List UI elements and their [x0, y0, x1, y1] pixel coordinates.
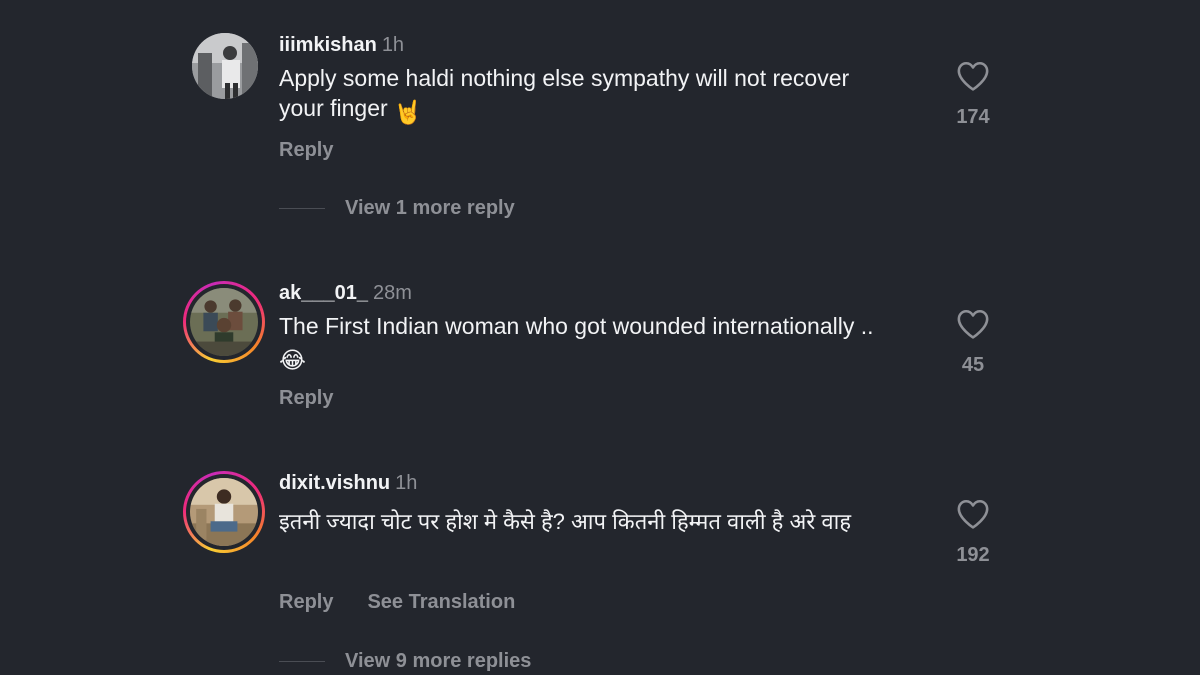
timestamp: 1h: [381, 34, 405, 56]
like-control: 192: [950, 498, 996, 567]
like-control: 174: [950, 60, 996, 129]
like-count: 45: [961, 354, 985, 376]
reply-button[interactable]: Reply: [279, 387, 333, 410]
thread-divider: [279, 661, 325, 663]
comment-body: इतनी ज्यादा चोट पर होश मे कैसे है? आप कि…: [279, 509, 851, 534]
view-more-replies-button[interactable]: View 1 more reply: [345, 197, 515, 219]
username[interactable]: dixit.vishnu: [279, 472, 390, 494]
thread-divider: [279, 208, 325, 210]
comment-body: The First Indian woman who got wounded i…: [279, 313, 874, 339]
avatar-story-ring[interactable]: [183, 281, 265, 363]
heart-outline-icon[interactable]: [956, 308, 990, 340]
avatar-photo: [192, 33, 258, 99]
username[interactable]: iiimkishan: [279, 34, 377, 56]
view-more-replies-button[interactable]: View 9 more replies: [345, 650, 531, 672]
comment-text: Apply some haldi nothing else sympathy w…: [279, 63, 899, 127]
like-count: 192: [956, 544, 990, 566]
heart-outline-icon[interactable]: [956, 60, 990, 92]
comment-text: The First Indian woman who got wounded i…: [279, 311, 899, 375]
timestamp: 1h: [395, 472, 418, 494]
comment-text: इतनी ज्यादा चोट पर होश मे कैसे है? आप कि…: [279, 505, 899, 539]
avatar[interactable]: [192, 33, 258, 99]
reply-button[interactable]: Reply: [279, 139, 333, 162]
avatar-photo: [190, 288, 258, 356]
comment-body: Apply some haldi nothing else sympathy w…: [279, 65, 850, 121]
tears-of-joy-emoji: 😂: [279, 347, 306, 373]
avatar-photo: [190, 478, 258, 546]
like-control: 45: [950, 308, 996, 377]
rock-hand-emoji: 🤘: [393, 99, 423, 125]
comments-panel: iiimkishan 1h Apply some haldi nothing el…: [0, 0, 1200, 675]
heart-outline-icon[interactable]: [956, 498, 990, 530]
like-count: 174: [956, 106, 990, 128]
avatar: [186, 284, 262, 360]
avatar: [186, 474, 262, 550]
reply-button[interactable]: Reply: [279, 591, 333, 614]
username[interactable]: ak___01_: [279, 282, 368, 304]
timestamp: 28m: [372, 282, 412, 304]
see-translation-button[interactable]: See Translation: [367, 591, 515, 614]
avatar-story-ring[interactable]: [183, 471, 265, 553]
